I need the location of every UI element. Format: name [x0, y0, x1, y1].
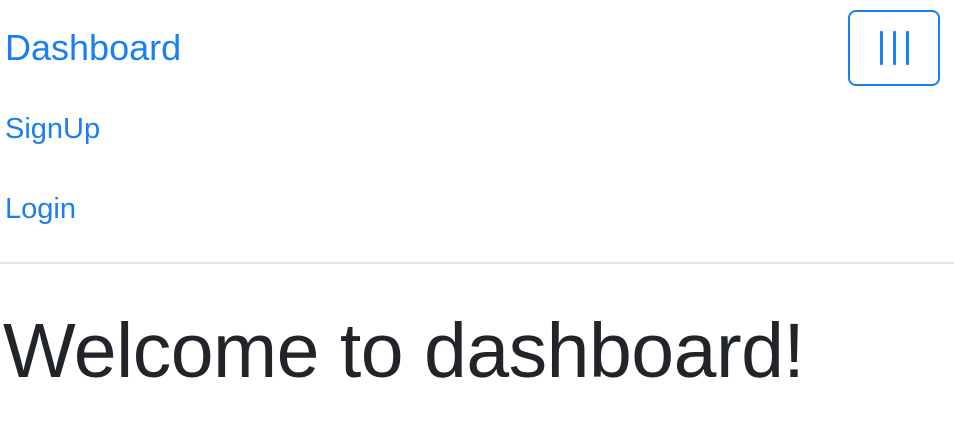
main-content: Welcome to dashboard!: [0, 264, 954, 430]
navbar-toggler-button[interactable]: [848, 10, 940, 86]
hamburger-menu-icon: [879, 31, 909, 65]
nav-link-login[interactable]: Login: [5, 191, 76, 227]
page-title: Welcome to dashboard!: [3, 308, 805, 394]
navbar: Dashboard SignUp Login: [0, 0, 954, 264]
nav-link-signup[interactable]: SignUp: [5, 111, 100, 147]
brand-link[interactable]: Dashboard: [5, 26, 181, 70]
